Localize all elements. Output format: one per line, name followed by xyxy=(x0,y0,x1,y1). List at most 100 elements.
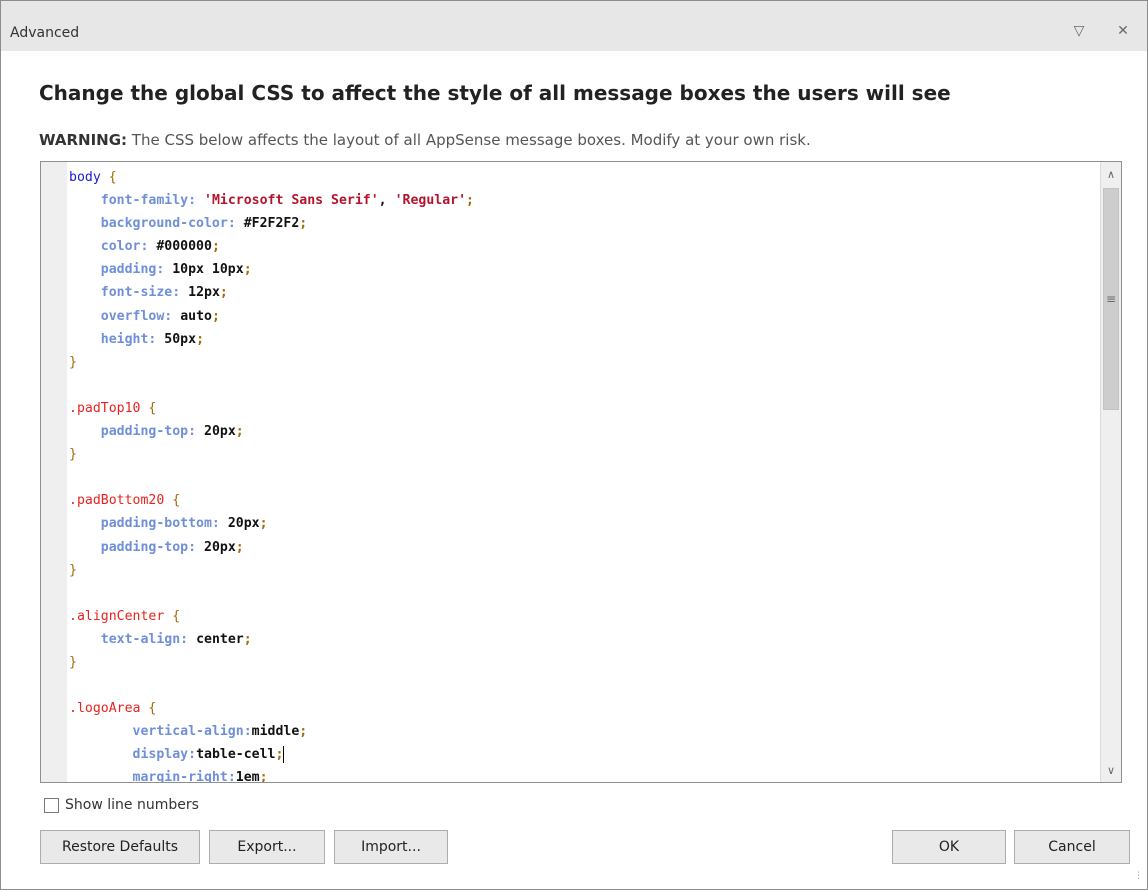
code-token: ; xyxy=(299,724,308,740)
code-line[interactable] xyxy=(69,674,1099,697)
scroll-thumb[interactable]: ≡ xyxy=(1103,188,1119,410)
code-token: ; xyxy=(466,193,474,209)
css-code-area[interactable]: body { font-family: 'Microsoft Sans Seri… xyxy=(69,166,1099,782)
code-token: { xyxy=(140,400,157,416)
editor-scrollbar[interactable]: ∧ ≡ ∨ xyxy=(1100,162,1121,782)
code-token: ; xyxy=(211,239,220,255)
code-token: : xyxy=(148,331,165,347)
ok-button[interactable]: OK xyxy=(892,830,1006,864)
code-token: .padBottom20 xyxy=(69,493,165,509)
code-token: 'Regular' xyxy=(394,193,467,209)
code-line[interactable]: background-color: #F2F2F2; xyxy=(69,212,1099,235)
code-token: padding-bottom xyxy=(100,516,212,532)
code-token: middle xyxy=(251,724,300,740)
code-line[interactable]: } xyxy=(69,651,1099,674)
code-token: center xyxy=(196,631,244,647)
code-line[interactable]: .logoArea { xyxy=(69,697,1099,720)
code-line[interactable]: } xyxy=(69,443,1099,466)
code-line[interactable]: padding-bottom: 20px; xyxy=(69,512,1099,535)
code-line[interactable] xyxy=(69,466,1099,489)
code-token: ; xyxy=(243,631,252,647)
code-line[interactable]: padding-top: 20px; xyxy=(69,536,1099,559)
code-token: : xyxy=(188,747,197,763)
code-token: { xyxy=(140,701,157,717)
code-token: padding xyxy=(100,262,157,278)
code-token: : xyxy=(164,308,181,324)
code-token: : xyxy=(140,239,157,255)
code-token: #F2F2F2 xyxy=(243,216,300,232)
code-token: ; xyxy=(259,770,268,782)
code-token: ; xyxy=(235,539,244,555)
show-line-numbers-label[interactable]: Show line numbers xyxy=(65,797,199,813)
code-line[interactable]: } xyxy=(69,351,1099,374)
code-token: .logoArea xyxy=(69,701,141,717)
pin-icon[interactable]: ▽ xyxy=(1071,23,1087,39)
window-title: Advanced xyxy=(10,25,80,41)
code-token: height xyxy=(100,331,149,347)
code-token: : xyxy=(211,516,228,532)
code-token: { xyxy=(164,493,181,509)
code-line[interactable]: padding-top: 20px; xyxy=(69,420,1099,443)
code-token: { xyxy=(164,608,181,624)
code-line[interactable]: .padBottom20 { xyxy=(69,489,1099,512)
warning-message: The CSS below affects the layout of all … xyxy=(127,131,811,149)
code-token: : xyxy=(227,770,236,782)
code-token: 50px xyxy=(164,331,197,347)
show-line-numbers-checkbox[interactable] xyxy=(44,797,59,813)
code-token: } xyxy=(69,562,77,578)
code-token: auto xyxy=(180,308,212,324)
code-line[interactable]: .alignCenter { xyxy=(69,605,1099,628)
editor-gutter xyxy=(41,162,67,782)
code-token: } xyxy=(69,654,77,670)
code-token: #000000 xyxy=(156,239,212,255)
restore-defaults-button[interactable]: Restore Defaults xyxy=(40,830,200,864)
scroll-up-icon[interactable]: ∧ xyxy=(1101,164,1121,184)
code-token: ; xyxy=(275,747,284,763)
code-line[interactable]: height: 50px; xyxy=(69,328,1099,351)
export-button[interactable]: Export... xyxy=(209,830,325,864)
code-token: : xyxy=(243,724,252,740)
code-line[interactable]: } xyxy=(69,559,1099,582)
code-line[interactable]: font-family: 'Microsoft Sans Serif', 'Re… xyxy=(69,189,1099,212)
code-line[interactable] xyxy=(69,374,1099,397)
code-token: table-cell xyxy=(196,747,276,763)
warning-label: WARNING: xyxy=(39,131,128,149)
text-cursor xyxy=(283,745,285,763)
code-token: } xyxy=(69,447,77,463)
code-token: ; xyxy=(235,424,244,440)
css-editor[interactable]: body { font-family: 'Microsoft Sans Seri… xyxy=(40,161,1122,783)
scroll-down-icon[interactable]: ∨ xyxy=(1101,760,1121,780)
code-token: , xyxy=(378,193,395,209)
import-button[interactable]: Import... xyxy=(334,830,448,864)
page-title: Change the global CSS to affect the styl… xyxy=(39,81,951,105)
code-line[interactable]: text-align: center; xyxy=(69,628,1099,651)
resize-grip-icon[interactable]: ⋮ xyxy=(1131,872,1143,885)
cancel-button[interactable]: Cancel xyxy=(1014,830,1130,864)
code-token: .alignCenter xyxy=(69,608,165,624)
code-line[interactable]: padding: 10px 10px; xyxy=(69,258,1099,281)
code-token: 'Microsoft Sans Serif' xyxy=(204,193,379,209)
code-token: padding-top xyxy=(100,539,189,555)
code-token: ; xyxy=(243,262,252,278)
code-line[interactable] xyxy=(69,582,1099,605)
close-icon[interactable]: ✕ xyxy=(1115,23,1131,39)
code-line[interactable]: font-size: 12px; xyxy=(69,281,1099,304)
code-line[interactable]: vertical-align:middle; xyxy=(69,720,1099,743)
code-line[interactable]: .padTop10 { xyxy=(69,397,1099,420)
code-token: 10px 10px xyxy=(172,262,244,278)
code-line[interactable]: margin-right:1em; xyxy=(69,766,1099,782)
code-line[interactable]: color: #000000; xyxy=(69,235,1099,258)
code-token: : xyxy=(188,424,204,440)
code-line[interactable]: overflow: auto; xyxy=(69,305,1099,328)
code-token: ; xyxy=(211,308,220,324)
code-line[interactable]: display:table-cell; xyxy=(69,743,1099,766)
code-line[interactable]: body { xyxy=(69,166,1099,189)
show-line-numbers-row[interactable]: Show line numbers xyxy=(44,796,199,814)
code-token: background-color xyxy=(100,216,228,232)
